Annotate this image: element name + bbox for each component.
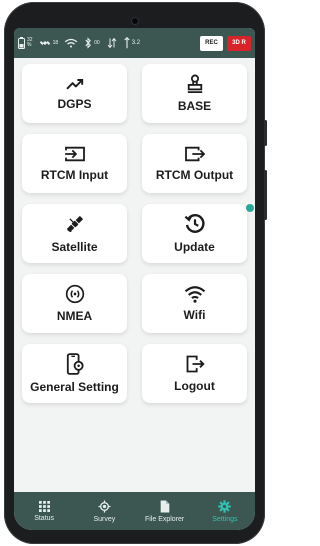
satellite-count[interactable]: 18 [39, 37, 59, 49]
input-icon [64, 145, 86, 163]
dgps-tile[interactable]: DGPS [22, 64, 127, 123]
nmea-tile[interactable]: NMEA [22, 274, 127, 333]
nav-status[interactable]: Status [15, 500, 73, 522]
signal-arrows-icon [107, 37, 117, 49]
rtcm-output-label: RTCM Output [155, 168, 234, 182]
signal-indicator [64, 38, 78, 48]
antenna-height-value: 3.2 [131, 40, 141, 46]
satellite-small-icon [39, 40, 50, 46]
nmea-icon [65, 284, 85, 304]
update-icon [184, 213, 206, 235]
battery-percent: 32 % [27, 37, 33, 48]
base-tile[interactable]: BASE [142, 64, 247, 123]
update-notification-dot [246, 204, 254, 212]
logout-tile[interactable]: Logout [142, 344, 247, 403]
satellite-count-value: 18 [52, 39, 59, 46]
settings-grid: DGPS BASE RTCM Input RTCM Output Satelli… [22, 64, 254, 403]
nav-file-explorer[interactable]: File Explorer [136, 500, 194, 523]
general-setting-tile[interactable]: General Setting [22, 344, 127, 403]
antenna-icon [124, 37, 130, 49]
nav-settings-label: Settings [212, 515, 238, 523]
bottom-navigation: Status Survey File Explorer Settings [14, 492, 255, 530]
phone-settings-icon [66, 353, 84, 375]
file-icon [160, 500, 169, 512]
output-icon [184, 145, 206, 163]
wifi-label: Wifi [183, 308, 206, 322]
base-label: BASE [177, 99, 212, 113]
satellite-icon [64, 213, 86, 235]
wifi-tile[interactable]: Wifi [142, 274, 247, 333]
gear-icon [218, 499, 232, 513]
logout-icon [185, 354, 205, 374]
rtcm-input-label: RTCM Input [40, 168, 109, 182]
power-button [264, 170, 267, 220]
battery-icon [18, 37, 25, 49]
nav-survey[interactable]: Survey [75, 500, 133, 523]
rtcm-input-tile[interactable]: RTCM Input [22, 134, 127, 193]
phone-frame: 32 % 18 00 3.2 REC 3D R DGPS BASE RTCM I… [4, 2, 267, 544]
wifi-icon [184, 285, 206, 303]
logout-label: Logout [174, 379, 215, 393]
trend-up-icon [65, 76, 85, 92]
update-tile[interactable]: Update [142, 204, 254, 263]
rtcm-output-tile[interactable]: RTCM Output [142, 134, 247, 193]
nav-file-explorer-label: File Explorer [144, 515, 185, 523]
stamp-icon [186, 74, 204, 94]
nav-settings[interactable]: Settings [196, 499, 254, 523]
volume-button [264, 120, 267, 146]
battery-indicator: 32 % [18, 37, 33, 49]
nav-survey-label: Survey [93, 515, 116, 523]
grid-icon [38, 500, 50, 512]
correction-indicator [106, 37, 118, 49]
satellite-tile[interactable]: Satellite [22, 204, 127, 263]
status-bar: 32 % 18 00 3.2 REC 3D R [14, 28, 255, 58]
crosshair-icon [98, 500, 111, 512]
nmea-label: NMEA [56, 309, 93, 323]
wifi-status-icon [64, 38, 78, 48]
antenna-height[interactable]: 3.2 [124, 37, 140, 49]
update-label: Update [174, 240, 215, 254]
app-screen: 32 % 18 00 3.2 REC 3D R DGPS BASE RTCM I… [14, 28, 255, 530]
fix-mode-badge: 3D R [227, 35, 251, 51]
bluetooth-value: 00 [94, 39, 100, 46]
satellite-label: Satellite [51, 240, 98, 254]
front-camera [132, 18, 138, 24]
bluetooth-indicator: 00 [84, 37, 100, 49]
general-setting-label: General Setting [30, 380, 119, 394]
record-button[interactable]: REC [200, 35, 223, 51]
bluetooth-icon [85, 37, 92, 49]
dgps-label: DGPS [57, 97, 92, 111]
nav-status-label: Status [34, 514, 55, 522]
